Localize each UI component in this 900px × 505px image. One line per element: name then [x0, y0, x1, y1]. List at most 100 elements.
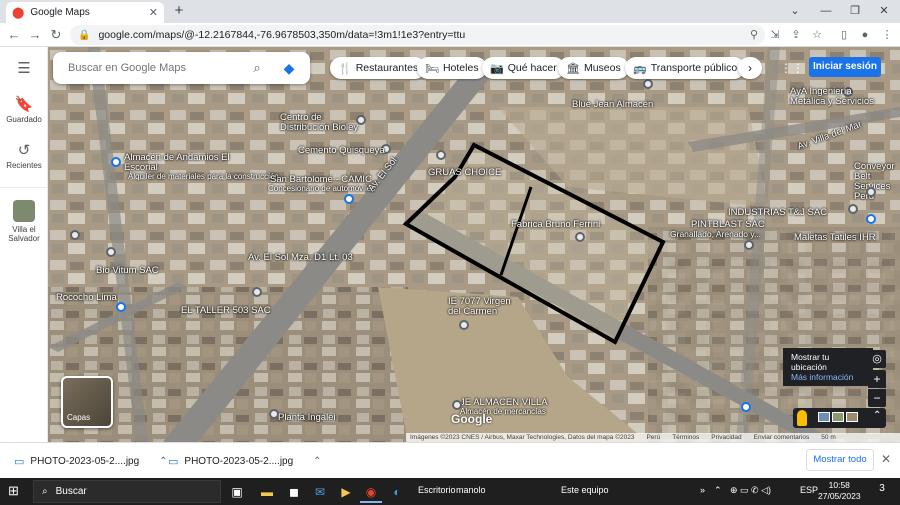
media-icon[interactable]: ▶: [335, 481, 357, 503]
map-label[interactable]: GRUAS CHOICE: [428, 167, 501, 178]
apps-grid-icon[interactable]: ⋮⋮: [780, 58, 804, 78]
hamburger-icon[interactable]: ☰: [0, 59, 48, 79]
map-label[interactable]: Conveyor Belt Services Peru: [854, 162, 900, 202]
share-icon[interactable]: ⇪: [787, 26, 805, 44]
map-label[interactable]: Blue Jean Almacén: [572, 99, 653, 110]
poi-pin-icon[interactable]: [452, 400, 462, 410]
map-label[interactable]: Planta Ingalei: [278, 412, 336, 423]
chip-restaurants[interactable]: 🍴 Restaurantes: [330, 57, 427, 79]
minimize-button[interactable]: —: [814, 2, 838, 20]
zoom-out-button[interactable]: −: [868, 389, 886, 407]
directions-icon[interactable]: ◆: [278, 57, 300, 79]
attrib-link[interactable]: Enviar comentarios: [754, 434, 810, 441]
layers-button[interactable]: Capas: [61, 376, 113, 428]
attrib-link[interactable]: Perú: [646, 434, 660, 441]
language-indicator[interactable]: ESP: [800, 485, 818, 495]
rail-item-saved[interactable]: 🔖 Guardado: [0, 95, 48, 124]
poi-pin-icon[interactable]: [252, 287, 262, 297]
install-app-icon[interactable]: ⇲: [766, 26, 784, 44]
taskbar-clock[interactable]: 10:58 27/05/2023: [818, 480, 861, 502]
close-icon[interactable]: ✕: [881, 452, 891, 466]
zoom-in-button[interactable]: +: [868, 370, 886, 388]
poi-pin-icon[interactable]: [106, 247, 116, 257]
poi-pin-icon[interactable]: [866, 187, 876, 197]
chevron-right-icon[interactable]: ›: [738, 57, 762, 79]
location-pin-icon[interactable]: ⚲: [745, 26, 763, 44]
back-arrow-icon[interactable]: ←: [5, 26, 23, 44]
poi-pin-icon[interactable]: [269, 409, 279, 419]
tab-close-icon[interactable]: ✕: [149, 6, 158, 19]
map-label[interactable]: Maletas Tatiles IHR: [794, 232, 876, 243]
store-pin-icon[interactable]: [866, 214, 876, 224]
map-label[interactable]: Bio Vitum SAC: [96, 265, 159, 276]
chip-hotels[interactable]: 🛏 Hoteles: [417, 57, 487, 79]
reload-icon[interactable]: ↻: [47, 26, 65, 44]
search-input[interactable]: [68, 62, 246, 74]
chrome-icon[interactable]: ◉: [360, 481, 382, 503]
car-dealer-pin-icon[interactable]: [344, 194, 354, 204]
map-label[interactable]: INDUSTRIAS T&J SAC: [728, 207, 827, 218]
search-icon[interactable]: ⌕: [246, 60, 268, 76]
edge-icon[interactable]: ◐: [386, 481, 408, 503]
chip-transit[interactable]: 🚌 Transporte público: [625, 57, 746, 79]
map-label[interactable]: Av. El Sol Mza. D1 Lt. 03: [248, 252, 353, 263]
pegman-icon[interactable]: [797, 410, 807, 426]
browser-tab[interactable]: ⬤ Google Maps ✕: [6, 2, 164, 23]
poi-pin-icon[interactable]: [575, 232, 585, 242]
download-item[interactable]: ▭ PHOTO-2023-05-2....jpg ⌃: [168, 452, 322, 470]
school-pin-icon[interactable]: [459, 320, 469, 330]
chip-museums[interactable]: 🏛 Museos: [558, 57, 629, 79]
store-pin-icon[interactable]: [111, 157, 121, 167]
store-pin-icon[interactable]: [741, 402, 751, 412]
map-label[interactable]: Rococho Lima: [56, 292, 117, 303]
taskbar-search[interactable]: ⌕ Buscar: [33, 480, 221, 503]
chevron-up-icon[interactable]: ⌃: [159, 456, 167, 467]
taskbar-thispc-label[interactable]: Este equipo: [561, 485, 609, 495]
poi-pin-icon[interactable]: [643, 79, 653, 89]
mail-icon[interactable]: ✉: [309, 481, 331, 503]
map-label[interactable]: Alquiler de materiales para la construcc…: [128, 172, 279, 181]
imagery-thumbnail[interactable]: [832, 412, 844, 422]
map-label[interactable]: Cemento Quisqueya: [298, 145, 385, 156]
profile-icon[interactable]: ●: [856, 26, 874, 44]
show-all-button[interactable]: Mostrar todo: [806, 449, 874, 471]
imagery-thumbnail[interactable]: [818, 412, 830, 422]
file-explorer-icon[interactable]: ▬: [256, 481, 278, 503]
poi-pin-icon[interactable]: [744, 240, 754, 250]
taskbar-user-label[interactable]: manolo: [456, 485, 486, 495]
store-pin-icon[interactable]: [116, 302, 126, 312]
attrib-link[interactable]: Términos: [672, 434, 699, 441]
rail-item-place[interactable]: Villa el Salvador: [0, 200, 48, 243]
signin-button[interactable]: Iniciar sesión: [809, 57, 881, 77]
map-label[interactable]: Centro de Distribución Bioley: [280, 113, 360, 133]
store-icon[interactable]: ◼: [283, 481, 305, 503]
poi-pin-icon[interactable]: [70, 230, 80, 240]
chip-things-to-do[interactable]: 📷 Qué hacer: [482, 57, 565, 79]
overflow-chevron-icon[interactable]: »: [700, 485, 705, 495]
tab-search-button[interactable]: ⌄: [783, 2, 807, 20]
poi-pin-icon[interactable]: [848, 204, 858, 214]
more-info-link[interactable]: Más información: [791, 372, 865, 382]
chevron-up-icon[interactable]: ⌃: [313, 456, 321, 467]
sidepanel-icon[interactable]: ▯: [835, 26, 853, 44]
expand-icon[interactable]: ⌃: [873, 410, 881, 421]
maximize-button[interactable]: ❐: [843, 2, 867, 20]
satellite-map[interactable]: AyA Ingeniería Metálica y Servicios Blue…: [48, 47, 900, 442]
map-label[interactable]: AyA Ingeniería Metálica y Servicios: [790, 87, 880, 107]
map-label[interactable]: Almacén de Andamios El Escorial: [124, 153, 234, 173]
map-label[interactable]: Granallado, Arenado y...: [670, 229, 761, 239]
new-tab-button[interactable]: +: [170, 2, 188, 20]
task-view-icon[interactable]: ▣: [226, 481, 248, 503]
map-label[interactable]: Concesionario de automóviles: [268, 184, 375, 193]
map-label[interactable]: Fabrica Bruno Ferrini: [511, 219, 600, 230]
map-label[interactable]: EL TALLER 503 SAC: [181, 305, 271, 316]
rail-item-recent[interactable]: ↺ Recientes: [0, 141, 48, 170]
taskbar-desktop-label[interactable]: Escritorio: [418, 485, 456, 495]
download-item[interactable]: ▭ PHOTO-2023-05-2....jpg ⌃: [14, 452, 168, 470]
forward-arrow-icon[interactable]: →: [26, 26, 44, 44]
menu-kebab-icon[interactable]: ⋮: [878, 26, 896, 44]
star-icon[interactable]: ☆: [808, 26, 826, 44]
notification-icon[interactable]: 3: [874, 483, 890, 499]
map-label[interactable]: IE 7077 Virgen del Carmen: [448, 297, 523, 317]
poi-pin-icon[interactable]: [436, 150, 446, 160]
